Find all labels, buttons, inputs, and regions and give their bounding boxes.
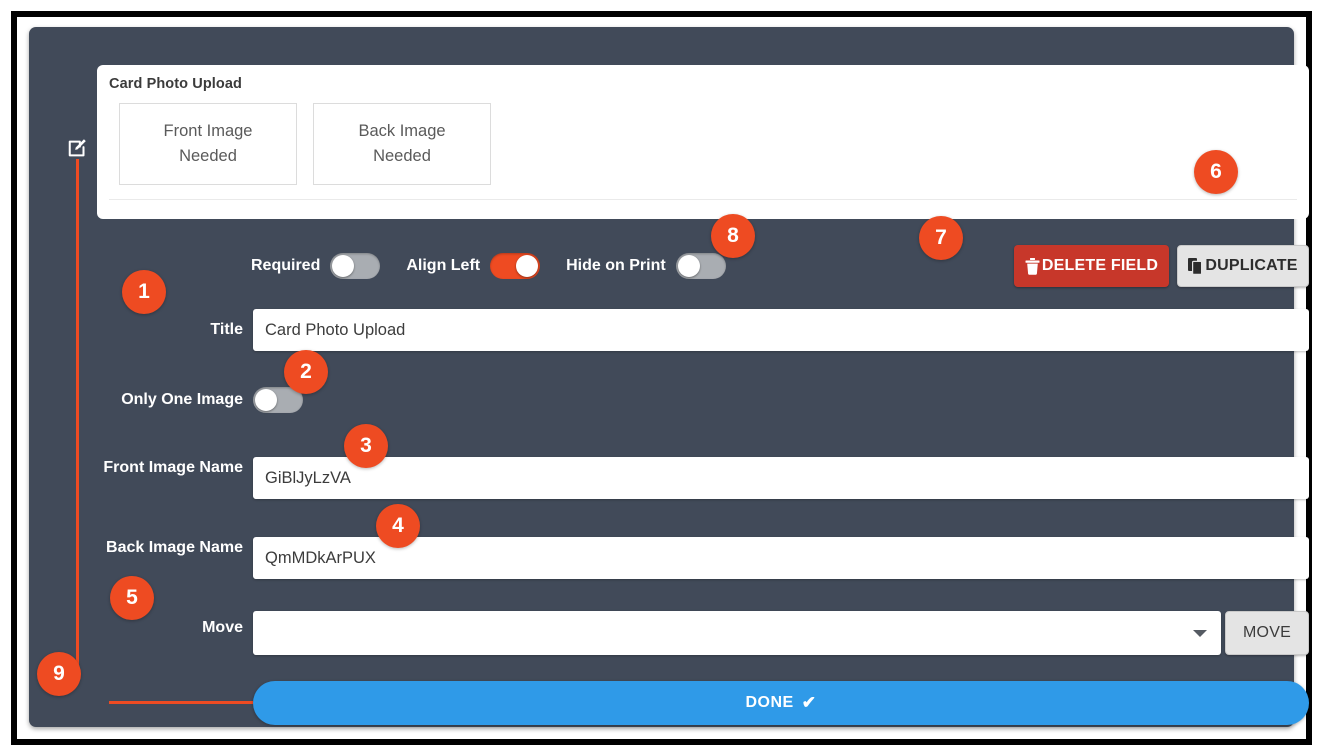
trash-icon — [1025, 257, 1040, 275]
edit-field-icon[interactable] — [67, 137, 89, 159]
chevron-down-icon — [1193, 630, 1207, 637]
move-button[interactable]: MOVE — [1225, 611, 1309, 655]
preview-title: Card Photo Upload — [109, 76, 242, 92]
hide-on-print-toggle-label: Hide on Print — [566, 257, 666, 274]
screenshot-root: Card Photo Upload Front Image Needed Bac… — [0, 0, 1323, 756]
required-toggle-label: Required — [251, 257, 321, 274]
only-one-image-toggle-knob — [255, 389, 277, 411]
callout-badge-5: 5 — [110, 576, 154, 620]
only-one-image-label: Only One Image — [121, 391, 243, 408]
callout-badge-4: 4 — [376, 504, 420, 548]
field-preview-card: Card Photo Upload Front Image Needed Bac… — [97, 65, 1309, 219]
required-toggle-knob — [332, 255, 355, 277]
back-image-label-line1: Back Image — [358, 122, 446, 141]
front-image-label-line1: Front Image — [163, 122, 253, 141]
front-image-name-label: Front Image Name — [103, 459, 243, 476]
callout-badge-8: 8 — [711, 214, 755, 258]
move-button-label: MOVE — [1243, 624, 1291, 641]
back-image-dropzone[interactable]: Back Image Needed — [313, 103, 491, 185]
align-left-toggle-label: Align Left — [406, 257, 481, 274]
front-image-label-line2: Needed — [179, 147, 237, 165]
field-editor-panel: Card Photo Upload Front Image Needed Bac… — [29, 27, 1309, 727]
hide-on-print-toggle[interactable] — [675, 253, 726, 279]
hide-on-print-toggle-knob — [677, 255, 700, 277]
callout-rail-vertical — [76, 159, 79, 672]
move-select[interactable] — [253, 611, 1221, 655]
required-toggle[interactable] — [330, 253, 381, 279]
back-image-name-label: Back Image Name — [106, 539, 243, 556]
done-label: DONE — [745, 694, 794, 711]
toggle-row: Required Align Left Hide on Print — [251, 249, 752, 283]
title-field-label: Title — [210, 321, 243, 338]
done-button[interactable]: DONE ✔ — [253, 681, 1309, 725]
callout-badge-9: 9 — [37, 652, 81, 696]
title-input[interactable] — [253, 309, 1309, 351]
copy-icon — [1188, 257, 1203, 275]
front-image-dropzone[interactable]: Front Image Needed — [119, 103, 297, 185]
callout-badge-2: 2 — [284, 350, 328, 394]
move-field-label: Move — [202, 619, 243, 636]
callout-rail-horizontal — [109, 701, 253, 704]
back-image-label-line2: Needed — [373, 147, 431, 165]
align-left-toggle[interactable] — [490, 253, 541, 279]
callout-badge-3: 3 — [344, 424, 388, 468]
front-image-name-input[interactable] — [253, 457, 1309, 499]
callout-badge-1: 1 — [122, 270, 166, 314]
delete-field-button[interactable]: DELETE FIELD — [1014, 245, 1169, 287]
duplicate-label: DUPLICATE — [1205, 257, 1298, 274]
callout-badge-6: 6 — [1194, 150, 1238, 194]
callout-badge-7: 7 — [919, 216, 963, 260]
preview-divider — [109, 199, 1297, 200]
align-left-toggle-knob — [516, 255, 539, 277]
check-icon: ✔ — [801, 693, 817, 712]
duplicate-button[interactable]: DUPLICATE — [1177, 245, 1309, 287]
delete-field-label: DELETE FIELD — [1041, 257, 1159, 274]
